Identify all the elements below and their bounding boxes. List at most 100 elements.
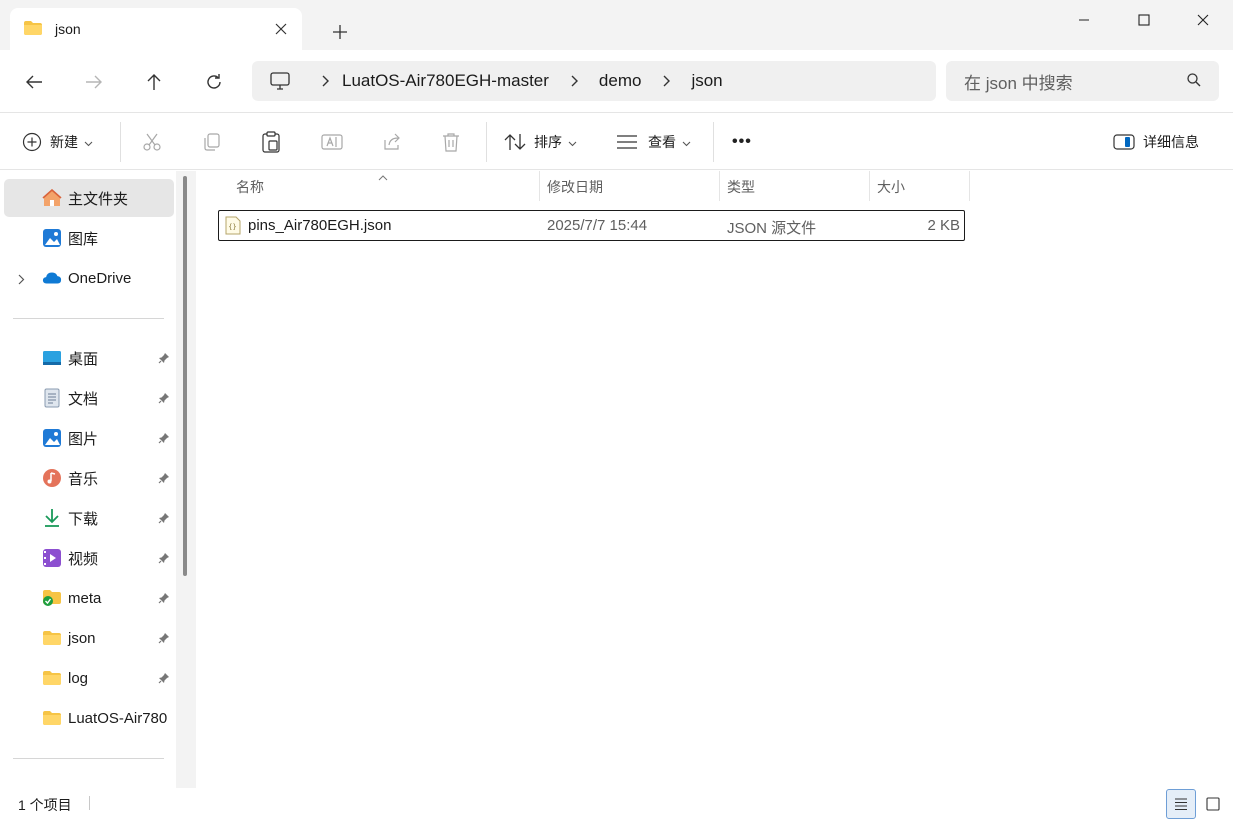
status-bar — [0, 788, 1233, 819]
column-header-type[interactable]: 类型 — [727, 172, 867, 202]
up-button[interactable] — [137, 65, 171, 99]
share-button[interactable] — [381, 126, 403, 158]
json-file-icon: {} — [225, 216, 241, 239]
sidebar-item-home[interactable]: 主文件夹 — [4, 179, 174, 217]
folder-icon — [42, 668, 62, 688]
column-header-size[interactable]: 大小 — [877, 172, 967, 202]
details-pane-button[interactable]: 详细信息 — [1113, 126, 1199, 158]
sidebar-divider — [13, 758, 164, 759]
details-pane-icon — [1113, 134, 1135, 150]
cut-button[interactable] — [142, 126, 162, 158]
computer-icon — [270, 72, 290, 90]
rename-button[interactable] — [321, 126, 343, 158]
forward-button[interactable] — [77, 65, 111, 99]
pin-icon[interactable] — [158, 511, 170, 527]
sidebar-item-label: 下载 — [68, 510, 99, 528]
search-input[interactable]: 在 json 中搜索 — [946, 61, 1219, 101]
status-divider — [89, 796, 90, 810]
back-button[interactable] — [17, 65, 51, 99]
desktop-icon — [42, 348, 62, 368]
sidebar-item-json[interactable]: json — [4, 619, 174, 657]
music-icon — [42, 468, 62, 488]
column-header-date[interactable]: 修改日期 — [547, 172, 717, 202]
breadcrumb-segment-json[interactable]: json — [691, 71, 722, 91]
pin-icon[interactable] — [158, 391, 170, 407]
sidebar-item-documents[interactable]: 文档 — [4, 379, 174, 417]
sidebar-item-label: meta — [68, 589, 102, 607]
sidebar-item-pictures[interactable]: 图片 — [4, 419, 174, 457]
pin-icon[interactable] — [158, 471, 170, 487]
pin-icon[interactable] — [158, 431, 170, 447]
address-bar[interactable]: LuatOS-Air780EGH-master demo json — [252, 61, 936, 101]
tiles-view-icon — [1206, 797, 1220, 811]
sidebar-item-label: log — [68, 669, 89, 687]
tiles-view-button[interactable] — [1198, 789, 1228, 819]
pin-icon[interactable] — [158, 351, 170, 367]
column-header-name[interactable]: 名称 — [236, 172, 536, 202]
column-header-label: 大小 — [877, 179, 905, 195]
download-icon — [42, 508, 62, 528]
sidebar-item-label: LuatOS-Air780 — [68, 709, 168, 727]
folder-icon — [42, 628, 62, 648]
details-view-button[interactable] — [1166, 789, 1196, 819]
more-icon: ••• — [732, 133, 752, 150]
chevron-right-icon[interactable] — [653, 75, 681, 87]
pin-icon[interactable] — [158, 671, 170, 687]
sidebar-item-meta[interactable]: meta — [4, 579, 174, 617]
sidebar-item-desktop[interactable]: 桌面 — [4, 339, 174, 377]
sidebar-item-videos[interactable]: 视频 — [4, 539, 174, 577]
arrow-left-icon — [26, 75, 42, 89]
chevron-right-icon[interactable] — [18, 272, 25, 288]
refresh-button[interactable] — [197, 65, 231, 99]
copy-button[interactable] — [202, 126, 222, 158]
sort-button[interactable]: 排序 — [504, 126, 577, 158]
sidebar-item-gallery[interactable]: 图库 — [4, 219, 174, 257]
column-divider[interactable] — [969, 171, 970, 201]
chevron-right-icon[interactable] — [561, 75, 589, 87]
minimize-button[interactable] — [1054, 0, 1114, 40]
search-icon[interactable] — [1187, 72, 1201, 90]
maximize-button[interactable] — [1114, 0, 1174, 40]
sidebar-item-downloads[interactable]: 下载 — [4, 499, 174, 537]
close-window-button[interactable] — [1173, 0, 1233, 40]
svg-text:{}: {} — [228, 223, 236, 231]
sidebar-item-label: json — [68, 629, 96, 647]
pictures-icon — [42, 428, 62, 448]
details-label: 详细信息 — [1143, 134, 1199, 150]
pin-icon[interactable] — [158, 591, 170, 607]
more-options-button[interactable]: ••• — [732, 126, 752, 158]
maximize-icon — [1138, 14, 1150, 26]
onedrive-icon — [42, 268, 62, 288]
sidebar-item-label: 主文件夹 — [68, 190, 129, 208]
new-label: 新建 — [50, 134, 78, 150]
list-view-icon — [617, 135, 637, 149]
breadcrumb-segment-root[interactable]: LuatOS-Air780EGH-master — [342, 71, 549, 91]
folder-icon — [23, 20, 43, 39]
sidebar-item-label: 视频 — [68, 550, 99, 568]
column-divider[interactable] — [539, 171, 540, 201]
column-divider[interactable] — [869, 171, 870, 201]
sidebar-item-log[interactable]: log — [4, 659, 174, 697]
toolbar-divider — [120, 122, 121, 162]
pin-icon[interactable] — [158, 631, 170, 647]
column-header-label: 类型 — [727, 179, 755, 195]
view-button[interactable]: 查看 — [616, 126, 691, 158]
chevron-right-icon[interactable] — [312, 75, 340, 87]
close-tab-button[interactable] — [270, 18, 292, 40]
new-button[interactable]: 新建 — [22, 126, 93, 158]
tab-json[interactable]: json — [10, 8, 302, 50]
delete-button[interactable] — [442, 126, 460, 158]
sidebar-item-luatos[interactable]: LuatOS-Air780 — [4, 699, 174, 737]
refresh-icon — [207, 74, 221, 89]
sidebar-item-label: 桌面 — [68, 350, 99, 368]
sidebar-item-music[interactable]: 音乐 — [4, 459, 174, 497]
column-divider[interactable] — [719, 171, 720, 201]
sidebar-item-onedrive[interactable]: OneDrive — [4, 259, 174, 297]
document-icon — [42, 388, 62, 408]
new-tab-button[interactable] — [326, 18, 354, 46]
paste-button[interactable] — [261, 126, 281, 158]
pin-icon[interactable] — [158, 551, 170, 567]
sidebar-scrollbar-thumb[interactable] — [183, 176, 187, 576]
breadcrumb-segment-demo[interactable]: demo — [599, 71, 642, 91]
table-row[interactable]: {} pins_Air780EGH.json 2025/7/7 15:44 JS… — [218, 210, 965, 241]
